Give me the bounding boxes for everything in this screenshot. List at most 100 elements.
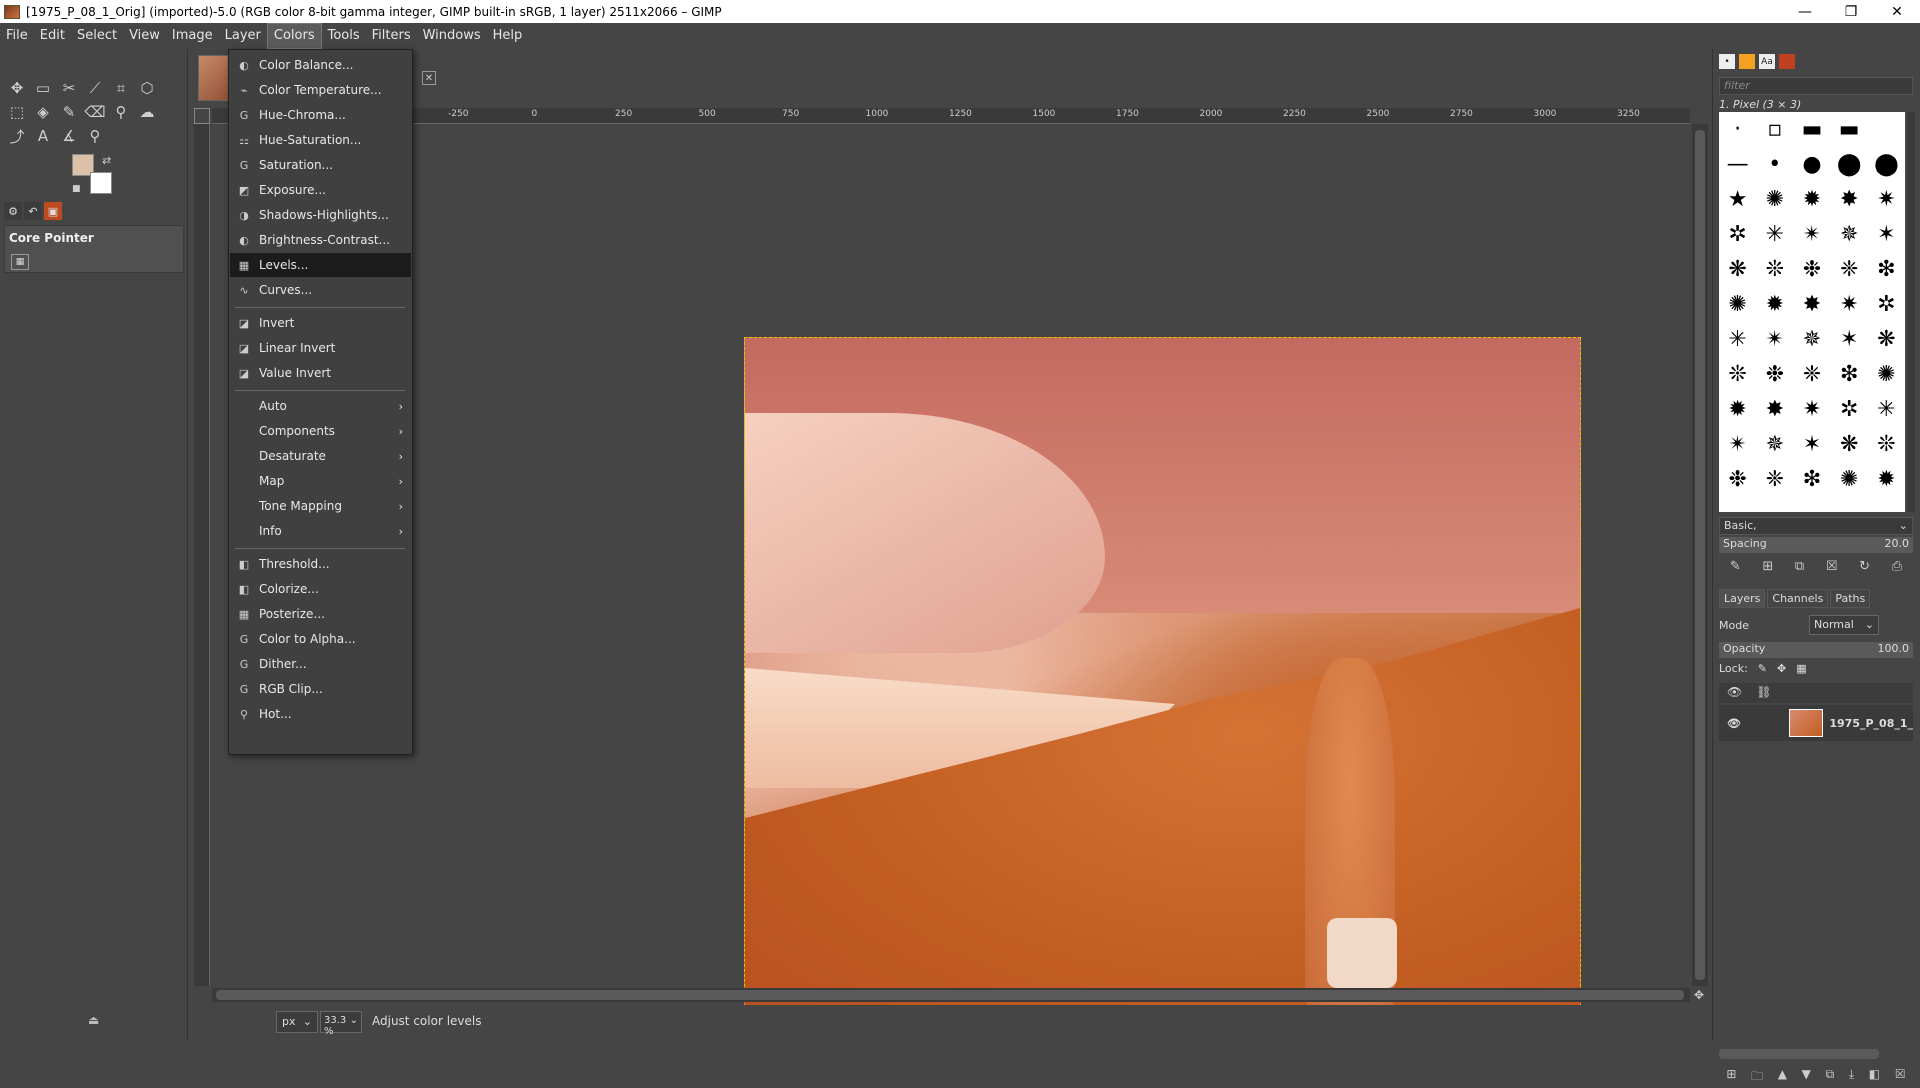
brush-item[interactable]: ❉: [1756, 357, 1793, 392]
merge-down-icon[interactable]: ⤓: [1849, 1067, 1854, 1088]
layers-hscrollbar[interactable]: [1719, 1049, 1879, 1059]
menu-item[interactable]: Info ›: [230, 519, 411, 543]
menu-windows[interactable]: Windows: [417, 23, 487, 49]
patterns-tab-icon[interactable]: [1739, 54, 1755, 69]
brush-item[interactable]: ✹: [1868, 462, 1905, 497]
menu-item[interactable]: G Saturation...: [230, 153, 411, 177]
brush-item[interactable]: ❈: [1756, 462, 1793, 497]
brushes-tab-icon[interactable]: •: [1719, 54, 1735, 69]
minimize-button[interactable]: —: [1782, 0, 1828, 23]
menu-tools[interactable]: Tools: [322, 23, 366, 49]
brush-item[interactable]: ✳: [1868, 392, 1905, 427]
brush-item[interactable]: ❈: [1831, 252, 1868, 287]
opacity-slider[interactable]: Opacity 100.0: [1719, 642, 1913, 658]
menu-item[interactable]: G RGB Clip...: [230, 677, 411, 701]
brush-item[interactable]: ✺: [1831, 462, 1868, 497]
brush-item[interactable]: ❇: [1831, 357, 1868, 392]
device-status-tab-icon[interactable]: ⚙: [4, 202, 22, 220]
brush-item[interactable]: ▫: [1756, 112, 1793, 147]
zoom-tool-icon[interactable]: ⚲: [82, 124, 108, 148]
open-as-image-icon[interactable]: ⎙: [1892, 559, 1902, 574]
image-canvas-photo[interactable]: [744, 337, 1581, 1027]
brush-filter-input[interactable]: filter: [1719, 77, 1913, 95]
brush-item[interactable]: ✷: [1831, 287, 1868, 322]
brush-item[interactable]: ❋: [1719, 252, 1756, 287]
menu-item[interactable]: ◐ Brightness-Contrast...: [230, 228, 411, 252]
menu-item[interactable]: ⚲ Hot...: [230, 702, 411, 726]
brush-item[interactable]: ✵: [1756, 427, 1793, 462]
images-tab-icon[interactable]: ▣: [44, 202, 62, 220]
brush-item[interactable]: ✴: [1719, 427, 1756, 462]
menu-item[interactable]: ▦ Levels...: [230, 253, 411, 277]
horizontal-scrollbar[interactable]: [212, 988, 1690, 1002]
tab-channels[interactable]: Channels: [1767, 589, 1829, 608]
menu-item[interactable]: G Color to Alpha...: [230, 627, 411, 651]
navigate-icon[interactable]: ✥: [1694, 988, 1704, 1002]
brush-item[interactable]: ✹: [1793, 182, 1830, 217]
brush-item[interactable]: ✹: [1719, 392, 1756, 427]
text-tool-icon[interactable]: A: [30, 124, 56, 148]
brush-item[interactable]: ▬: [1793, 112, 1830, 147]
brush-item[interactable]: ❊: [1868, 427, 1905, 462]
paths-tool-icon[interactable]: ⤴: [4, 124, 30, 148]
lower-layer-icon[interactable]: ▼: [1802, 1067, 1811, 1088]
paintbrush-tool-icon[interactable]: ✎: [56, 100, 82, 124]
menu-item[interactable]: Map ›: [230, 469, 411, 493]
brush-item[interactable]: ✸: [1793, 287, 1830, 322]
move-tool-icon[interactable]: ✥: [4, 76, 30, 100]
brush-item[interactable]: ✳: [1719, 322, 1756, 357]
eye-icon[interactable]: 👁: [1727, 717, 1741, 730]
reset-icon[interactable]: ⏏: [88, 1013, 99, 1027]
swap-colors-icon[interactable]: ⇄: [102, 154, 111, 167]
brush-item[interactable]: ▬: [1831, 112, 1868, 147]
menu-item[interactable]: ◧ Threshold...: [230, 552, 411, 576]
menu-item[interactable]: ◪ Linear Invert: [230, 336, 411, 360]
refresh-brushes-icon[interactable]: ↻: [1859, 559, 1870, 574]
background-color[interactable]: [90, 172, 112, 194]
fonts-tab-icon[interactable]: Aa: [1759, 54, 1775, 69]
menu-item[interactable]: ▦ Posterize...: [230, 602, 411, 626]
menu-item[interactable]: ◑ Shadows-Highlights...: [230, 203, 411, 227]
brush-item[interactable]: ✲: [1868, 287, 1905, 322]
menu-filters[interactable]: Filters: [366, 23, 417, 49]
delete-layer-icon[interactable]: ☒: [1895, 1067, 1906, 1088]
lock-alpha-icon[interactable]: ▦: [1796, 662, 1806, 675]
menu-item[interactable]: Auto ›: [230, 394, 411, 418]
bucket-fill-tool-icon[interactable]: ◈: [30, 100, 56, 124]
undo-history-tab-icon[interactable]: ↶: [24, 202, 42, 220]
layer-name[interactable]: 1975_P_08_1_: [1829, 717, 1913, 730]
unit-select[interactable]: px ⌄: [276, 1011, 318, 1033]
measure-tool-icon[interactable]: ∡: [56, 124, 82, 148]
brush-item[interactable]: ✸: [1831, 182, 1868, 217]
duplicate-layer-icon[interactable]: ⧉: [1826, 1067, 1835, 1088]
menu-item[interactable]: Desaturate ›: [230, 444, 411, 468]
menu-item[interactable]: ◪ Invert: [230, 311, 411, 335]
brush-preset-select[interactable]: Basic, ⌄: [1719, 517, 1913, 535]
eraser-tool-icon[interactable]: ⌫: [82, 100, 108, 124]
brush-item[interactable]: ✵: [1831, 217, 1868, 252]
brush-item[interactable]: —: [1719, 147, 1756, 182]
menu-layer[interactable]: Layer: [219, 23, 267, 49]
brush-item[interactable]: ❊: [1719, 357, 1756, 392]
default-colors-icon[interactable]: ■: [72, 184, 81, 194]
smudge-tool-icon[interactable]: ☁: [134, 100, 160, 124]
menu-file[interactable]: File: [0, 23, 34, 49]
menu-item[interactable]: ◩ Exposure...: [230, 178, 411, 202]
zoom-select[interactable]: 33.3 % ⌄: [320, 1011, 362, 1037]
brush-item[interactable]: ⬤: [1868, 147, 1905, 182]
brush-item[interactable]: ✺: [1868, 357, 1905, 392]
delete-brush-icon[interactable]: ☒: [1826, 559, 1838, 574]
menu-image[interactable]: Image: [166, 23, 219, 49]
gradients-tab-icon[interactable]: [1779, 54, 1795, 69]
new-brush-icon[interactable]: ⊞: [1762, 559, 1773, 574]
menu-item[interactable]: ◧ Colorize...: [230, 577, 411, 601]
brush-item[interactable]: ●: [1793, 147, 1830, 182]
menu-view[interactable]: View: [123, 23, 166, 49]
brush-item[interactable]: ❊: [1756, 252, 1793, 287]
menu-item[interactable]: ∿ Curves...: [230, 278, 411, 302]
vertical-scrollbar[interactable]: [1692, 124, 1708, 986]
tab-paths[interactable]: Paths: [1830, 589, 1871, 608]
brush-scrollbar[interactable]: [1907, 112, 1915, 512]
menu-item[interactable]: ◪ Value Invert: [230, 361, 411, 385]
raise-layer-icon[interactable]: ▲: [1778, 1067, 1787, 1088]
